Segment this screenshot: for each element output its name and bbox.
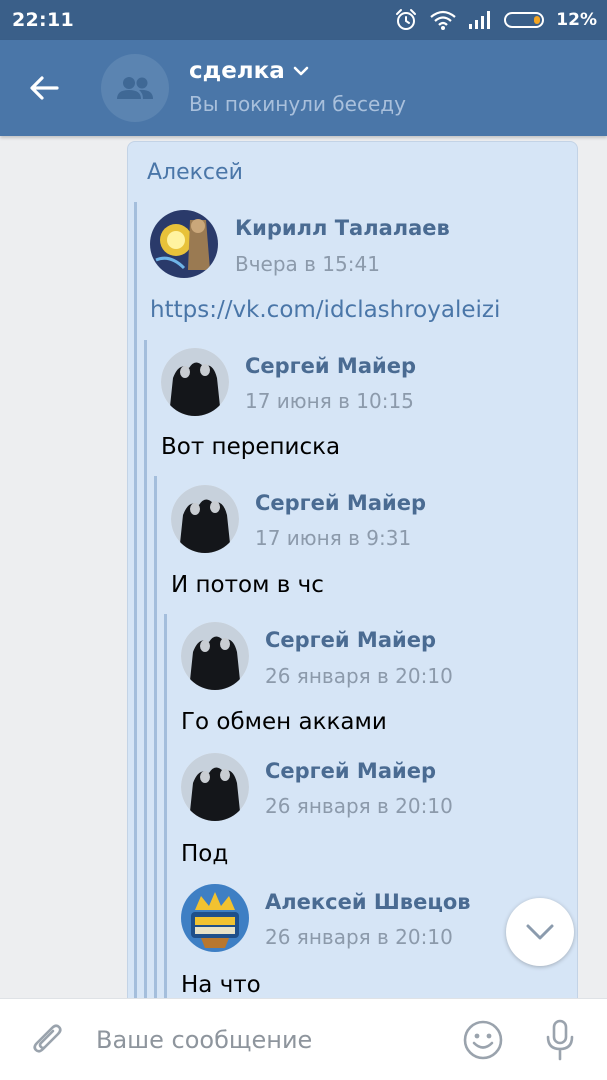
battery-percent: 12%: [556, 10, 597, 30]
microphone-icon: [546, 1019, 574, 1061]
back-button[interactable]: [22, 66, 66, 110]
forward-indent-line: [144, 340, 147, 998]
signal-icon: [468, 10, 492, 30]
status-icons: 12%: [394, 8, 597, 32]
chat-screen: 22:11 12% сделка Вы покинули беседу Алек…: [0, 0, 607, 1080]
chat-subtitle: Вы покинули беседу: [189, 92, 406, 116]
emoji-button[interactable]: [462, 1019, 504, 1061]
forward-date: 26 января в 20:10: [265, 664, 453, 688]
message-link[interactable]: https://vk.com/idclashroyaleizi: [150, 297, 500, 323]
forward-date: Вчера в 15:41: [235, 252, 380, 276]
battery-icon: [504, 12, 545, 28]
forward-date: 26 января в 20:10: [265, 925, 453, 949]
forward-author[interactable]: Сергей Майер: [245, 354, 416, 378]
avatar[interactable]: [150, 210, 218, 278]
forward-date: 17 июня в 10:15: [245, 389, 414, 413]
forward-author[interactable]: Сергей Майер: [265, 628, 436, 652]
forward-author[interactable]: Сергей Майер: [255, 491, 426, 515]
avatar[interactable]: [181, 884, 249, 952]
forward-date: 17 июня в 9:31: [255, 526, 412, 550]
group-icon: [117, 77, 153, 99]
avatar[interactable]: [161, 348, 229, 416]
emoji-icon: [463, 1020, 503, 1060]
message-text: Под: [181, 841, 229, 867]
microphone-button[interactable]: [540, 1017, 580, 1063]
chat-title-dropdown[interactable]: сделка: [189, 58, 309, 84]
status-bar: 22:11 12%: [0, 0, 607, 40]
avatar[interactable]: [181, 622, 249, 690]
paperclip-icon: [33, 1024, 62, 1053]
message-text: Го обмен акками: [181, 709, 387, 735]
message-text: На что: [181, 972, 261, 998]
message-text: Вот переписка: [161, 434, 341, 460]
chat-avatar[interactable]: [101, 54, 169, 122]
message-input[interactable]: [96, 1019, 426, 1061]
attach-button[interactable]: [28, 1020, 68, 1060]
status-time: 22:11: [12, 9, 74, 31]
chat-header: сделка Вы покинули беседу: [0, 40, 607, 136]
battery-fill: [534, 16, 541, 24]
forward-indent-line: [164, 614, 167, 998]
message-text: И потом в чс: [171, 572, 324, 598]
forward-author[interactable]: Алексей Швецов: [265, 890, 471, 914]
message-sender: Алексей: [147, 160, 243, 185]
back-arrow-icon: [30, 76, 59, 100]
message-composer: [0, 998, 607, 1080]
avatar[interactable]: [171, 485, 239, 553]
chevron-down-icon: [526, 924, 554, 940]
forward-indent-line: [134, 202, 137, 998]
forward-date: 26 января в 20:10: [265, 794, 453, 818]
scroll-down-button[interactable]: [506, 898, 574, 966]
avatar[interactable]: [181, 753, 249, 821]
message-list[interactable]: Алексей Кирилл Талалаев Вчера в 15:41 ht…: [0, 136, 607, 998]
forward-author[interactable]: Кирилл Талалаев: [235, 216, 450, 240]
alarm-icon: [394, 8, 418, 32]
chat-title: сделка: [189, 58, 285, 84]
forward-indent-line: [154, 476, 157, 998]
wifi-icon: [430, 9, 457, 31]
forward-author[interactable]: Сергей Майер: [265, 759, 436, 783]
chevron-down-icon: [293, 66, 309, 76]
